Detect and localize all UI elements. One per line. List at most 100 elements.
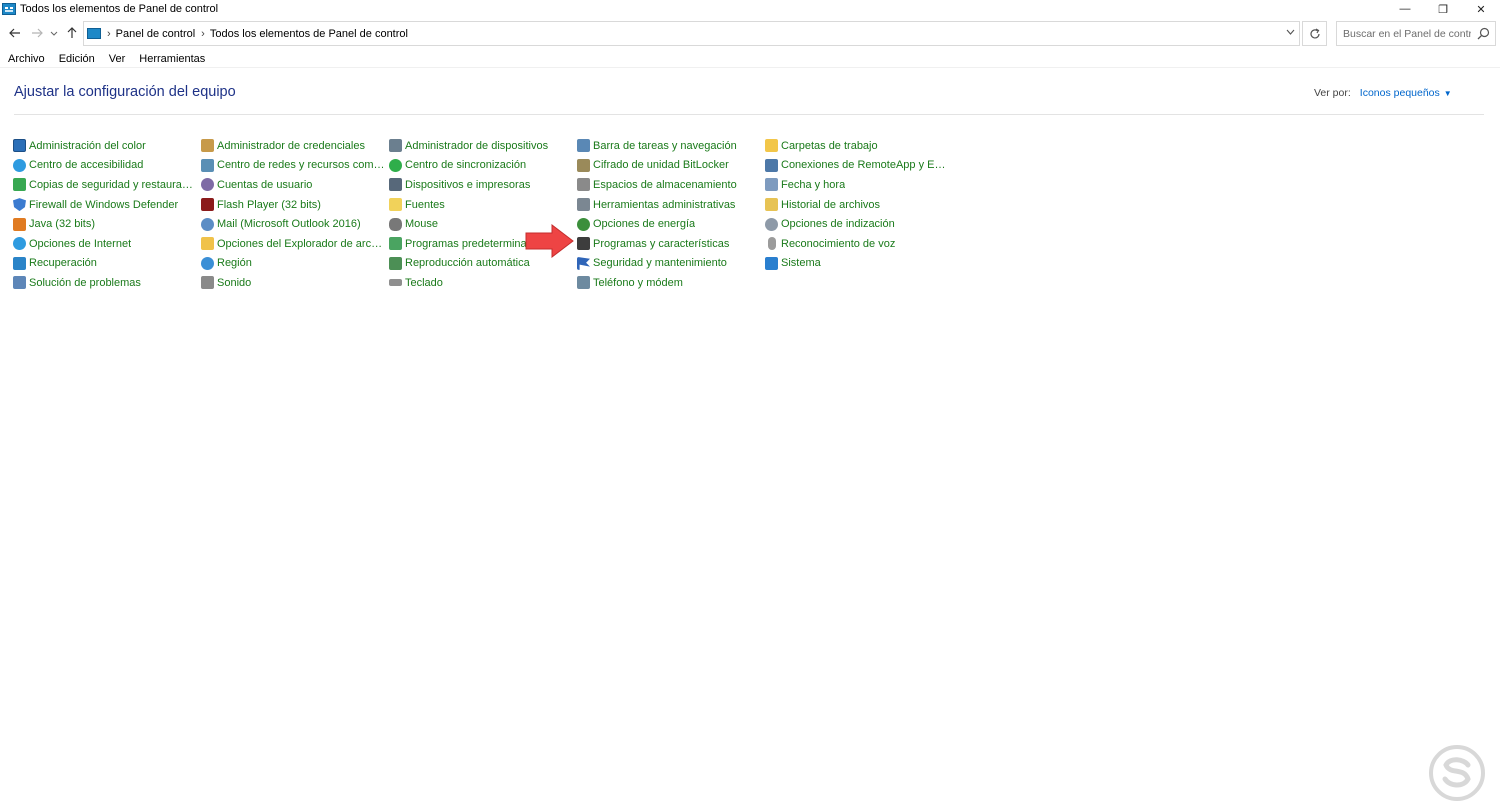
item-label[interactable]: Sistema — [781, 257, 821, 269]
caret-down-icon[interactable]: ▼ — [1444, 89, 1452, 98]
item-label[interactable]: Reconocimiento de voz — [781, 238, 895, 250]
item-opciones-de-energia[interactable]: Opciones de energía — [577, 214, 765, 234]
item-administracion-del-color[interactable]: Administración del color — [13, 136, 201, 156]
item-label[interactable]: Administración del color — [29, 140, 146, 152]
item-administrador-de-dispositivos[interactable]: Administrador de dispositivos — [389, 136, 577, 156]
view-by-dropdown[interactable]: Iconos pequeños — [1360, 87, 1440, 99]
region-icon — [201, 256, 214, 270]
menu-ver[interactable]: Ver — [101, 51, 132, 67]
item-cifrado-de-unidad-bitlocker[interactable]: Cifrado de unidad BitLocker — [577, 156, 765, 176]
menu-edicion[interactable]: Edición — [51, 51, 101, 67]
item-historial-de-archivos[interactable]: Historial de archivos — [765, 195, 953, 215]
item-java-32-bits[interactable]: Java (32 bits) — [13, 214, 201, 234]
address-dropdown-chevron-icon[interactable] — [1286, 27, 1295, 38]
item-solucion-de-problemas[interactable]: Solución de problemas — [13, 273, 201, 293]
item-programas-y-caracteristicas[interactable]: Programas y características — [577, 234, 765, 254]
refresh-button[interactable] — [1302, 21, 1327, 46]
item-copias-de-seguridad-y-restauracion[interactable]: Copias de seguridad y restauración (... — [13, 175, 201, 195]
search-icon[interactable] — [1477, 27, 1490, 43]
item-label[interactable]: Teléfono y módem — [593, 277, 683, 289]
item-label[interactable]: Programas predeterminados — [405, 238, 544, 250]
item-dispositivos-e-impresoras[interactable]: Dispositivos e impresoras — [389, 175, 577, 195]
item-label[interactable]: Fecha y hora — [781, 179, 845, 191]
item-label[interactable]: Cifrado de unidad BitLocker — [593, 159, 729, 171]
item-region[interactable]: Región — [201, 254, 389, 274]
forward-arrow-icon[interactable] — [29, 24, 45, 42]
item-label[interactable]: Carpetas de trabajo — [781, 140, 878, 152]
item-opciones-del-explorador-de-archivos[interactable]: Opciones del Explorador de archivos — [201, 234, 389, 254]
item-opciones-de-indizacion[interactable]: Opciones de indización — [765, 214, 953, 234]
back-arrow-icon[interactable] — [7, 24, 23, 42]
item-label[interactable]: Dispositivos e impresoras — [405, 179, 530, 191]
item-fuentes[interactable]: Fuentes — [389, 195, 577, 215]
item-label[interactable]: Opciones de indización — [781, 218, 895, 230]
item-label[interactable]: Opciones del Explorador de archivos — [217, 238, 385, 250]
item-label[interactable]: Teclado — [405, 277, 443, 289]
item-label[interactable]: Administrador de credenciales — [217, 140, 365, 152]
breadcrumb-chevron-icon[interactable]: › — [201, 28, 205, 40]
recent-locations-chevron-icon[interactable] — [49, 24, 59, 42]
menu-herramientas[interactable]: Herramientas — [131, 51, 211, 67]
item-label[interactable]: Flash Player (32 bits) — [217, 199, 321, 211]
item-sonido[interactable]: Sonido — [201, 273, 389, 293]
item-label[interactable]: Recuperación — [29, 257, 97, 269]
item-label[interactable]: Centro de accesibilidad — [29, 159, 143, 171]
item-centro-de-sincronizacion[interactable]: Centro de sincronización — [389, 156, 577, 176]
item-label[interactable]: Región — [217, 257, 252, 269]
item-teclado[interactable]: Teclado — [389, 273, 577, 293]
item-label[interactable]: Seguridad y mantenimiento — [593, 257, 727, 269]
item-label[interactable]: Sonido — [217, 277, 251, 289]
item-label[interactable]: Reproducción automática — [405, 257, 530, 269]
item-centro-de-redes-y-recursos-comparti[interactable]: Centro de redes y recursos comparti... — [201, 156, 389, 176]
item-label[interactable]: Copias de seguridad y restauración (... — [29, 179, 197, 191]
item-label[interactable]: Solución de problemas — [29, 277, 141, 289]
item-label[interactable]: Centro de redes y recursos comparti... — [217, 159, 385, 171]
item-label[interactable]: Administrador de dispositivos — [405, 140, 548, 152]
minimize-button[interactable]: — — [1386, 0, 1424, 18]
breadcrumb-chevron-icon[interactable]: › — [107, 28, 111, 40]
item-sistema[interactable]: Sistema — [765, 254, 953, 274]
item-label[interactable]: Historial de archivos — [781, 199, 880, 211]
item-label[interactable]: Espacios de almacenamiento — [593, 179, 737, 191]
item-firewall-de-windows-defender[interactable]: Firewall de Windows Defender — [13, 195, 201, 215]
item-cuentas-de-usuario[interactable]: Cuentas de usuario — [201, 175, 389, 195]
item-seguridad-y-mantenimiento[interactable]: Seguridad y mantenimiento — [577, 254, 765, 274]
restore-button[interactable]: ❐ — [1424, 0, 1462, 18]
item-conexiones-de-remoteapp-y-escrito[interactable]: Conexiones de RemoteApp y Escrito... — [765, 156, 953, 176]
item-telefono-y-modem[interactable]: Teléfono y módem — [577, 273, 765, 293]
item-opciones-de-internet[interactable]: Opciones de Internet — [13, 234, 201, 254]
item-label[interactable]: Barra de tareas y navegación — [593, 140, 737, 152]
item-mail-microsoft-outlook-2016[interactable]: Mail (Microsoft Outlook 2016) — [201, 214, 389, 234]
item-barra-de-tareas-y-navegacion[interactable]: Barra de tareas y navegación — [577, 136, 765, 156]
item-reconocimiento-de-voz[interactable]: Reconocimiento de voz — [765, 234, 953, 254]
search-box[interactable] — [1336, 21, 1496, 46]
item-label[interactable]: Mouse — [405, 218, 438, 230]
item-label[interactable]: Opciones de Internet — [29, 238, 131, 250]
breadcrumb-current[interactable]: Todos los elementos de Panel de control — [210, 28, 408, 40]
item-herramientas-administrativas[interactable]: Herramientas administrativas — [577, 195, 765, 215]
item-label[interactable]: Fuentes — [405, 199, 445, 211]
item-label[interactable]: Centro de sincronización — [405, 159, 526, 171]
item-recuperacion[interactable]: Recuperación — [13, 254, 201, 274]
item-flash-player-32-bits[interactable]: Flash Player (32 bits) — [201, 195, 389, 215]
item-label[interactable]: Mail (Microsoft Outlook 2016) — [217, 218, 361, 230]
item-label[interactable]: Conexiones de RemoteApp y Escrito... — [781, 159, 949, 171]
item-fecha-y-hora[interactable]: Fecha y hora — [765, 175, 953, 195]
up-arrow-icon[interactable] — [64, 24, 80, 42]
item-centro-de-accesibilidad[interactable]: Centro de accesibilidad — [13, 156, 201, 176]
menu-archivo[interactable]: Archivo — [0, 51, 51, 67]
item-carpetas-de-trabajo[interactable]: Carpetas de trabajo — [765, 136, 953, 156]
power-icon — [577, 217, 590, 231]
search-input[interactable] — [1343, 27, 1471, 40]
item-label[interactable]: Opciones de energía — [593, 218, 695, 230]
close-button[interactable]: ✕ — [1462, 0, 1500, 18]
item-espacios-de-almacenamiento[interactable]: Espacios de almacenamiento — [577, 175, 765, 195]
item-label[interactable]: Cuentas de usuario — [217, 179, 312, 191]
item-label[interactable]: Herramientas administrativas — [593, 199, 735, 211]
address-bar[interactable]: › Panel de control › Todos los elementos… — [83, 21, 1300, 46]
item-administrador-de-credenciales[interactable]: Administrador de credenciales — [201, 136, 389, 156]
item-label[interactable]: Firewall de Windows Defender — [29, 199, 178, 211]
item-label[interactable]: Java (32 bits) — [29, 218, 95, 230]
breadcrumb-panel-de-control[interactable]: Panel de control — [116, 28, 196, 40]
item-label[interactable]: Programas y características — [593, 238, 729, 250]
